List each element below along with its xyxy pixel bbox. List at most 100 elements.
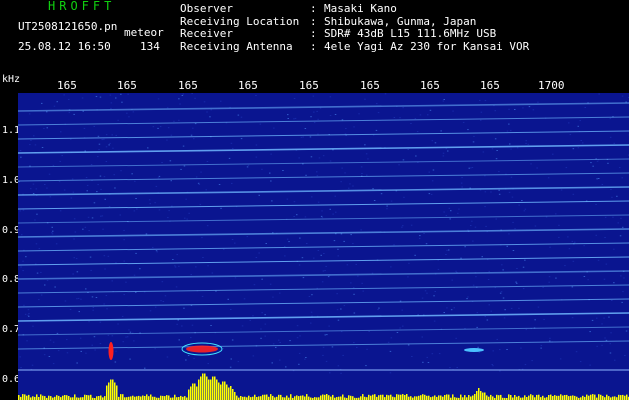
noise-speck	[476, 312, 479, 314]
noise-speck	[234, 242, 236, 244]
noise-speck	[393, 244, 395, 246]
noise-speck	[587, 279, 589, 281]
noise-speck	[337, 248, 339, 250]
level-bar	[614, 396, 616, 400]
noise-speck	[133, 274, 136, 276]
noise-speck	[355, 263, 357, 265]
level-bar	[426, 395, 428, 400]
noise-speck	[322, 354, 324, 356]
noise-speck	[35, 243, 38, 245]
level-bar	[612, 396, 614, 400]
noise-speck	[457, 212, 459, 214]
noise-speck	[582, 142, 584, 144]
level-bar	[570, 395, 572, 400]
noise-speck	[443, 312, 445, 313]
noise-speck	[555, 213, 557, 215]
noise-speck	[157, 98, 160, 100]
noise-speck	[434, 142, 437, 144]
noise-speck	[512, 250, 515, 251]
noise-speck	[77, 297, 80, 299]
noise-speck	[49, 339, 52, 341]
noise-speck	[416, 131, 419, 133]
level-bar	[440, 395, 442, 400]
level-bar	[500, 394, 502, 400]
noise-speck	[223, 248, 225, 250]
level-bar	[472, 395, 474, 400]
filename-label: UT2508121650.pn	[18, 20, 118, 33]
noise-speck	[188, 212, 190, 214]
noise-speck	[66, 352, 69, 354]
noise-speck	[86, 190, 88, 192]
noise-speck	[201, 295, 204, 297]
noise-speck	[361, 282, 363, 284]
noise-speck	[265, 243, 267, 244]
level-bar	[116, 385, 118, 400]
noise-speck	[484, 175, 486, 177]
noise-speck	[408, 262, 410, 264]
noise-speck	[227, 298, 229, 300]
noise-speck	[458, 208, 460, 210]
noise-speck	[306, 243, 308, 244]
noise-speck	[59, 160, 61, 162]
noise-speck	[197, 182, 200, 184]
noise-speck	[240, 138, 243, 140]
noise-speck	[88, 321, 90, 323]
noise-speck	[82, 228, 84, 230]
level-bar	[330, 396, 332, 400]
level-bar	[324, 394, 326, 400]
noise-speck	[301, 257, 304, 259]
level-bar	[564, 395, 566, 400]
noise-speck	[101, 139, 103, 141]
noise-speck	[68, 98, 70, 100]
noise-speck	[298, 352, 301, 354]
noise-speck	[443, 99, 445, 100]
noise-speck	[109, 142, 111, 144]
noise-speck	[178, 265, 180, 267]
noise-speck	[120, 93, 122, 95]
noise-speck	[366, 348, 368, 350]
noise-speck	[321, 217, 324, 219]
level-bar	[202, 373, 204, 400]
noise-speck	[28, 313, 30, 315]
noise-speck	[103, 176, 106, 178]
noise-speck	[508, 233, 510, 235]
level-bar	[320, 395, 322, 400]
noise-speck	[107, 334, 110, 336]
noise-speck	[255, 156, 258, 158]
noise-speck	[619, 167, 621, 169]
noise-speck	[332, 213, 334, 215]
level-bar	[416, 396, 418, 400]
noise-speck	[38, 299, 40, 301]
noise-speck	[601, 323, 603, 325]
noise-speck	[211, 272, 214, 274]
noise-speck	[207, 265, 209, 267]
noise-speck	[431, 353, 434, 355]
noise-speck	[494, 110, 496, 112]
level-bar	[302, 395, 304, 400]
noise-speck	[492, 365, 494, 367]
noise-speck	[601, 344, 603, 346]
level-bar	[240, 396, 242, 400]
noise-speck	[79, 337, 82, 339]
noise-speck	[99, 321, 102, 323]
level-bar	[352, 396, 354, 400]
level-bar	[140, 396, 142, 400]
noise-speck	[612, 216, 614, 218]
noise-speck	[549, 246, 551, 248]
noise-speck	[55, 243, 58, 245]
noise-speck	[500, 291, 503, 293]
noise-speck	[348, 187, 350, 189]
noise-speck	[508, 108, 510, 110]
noise-speck	[115, 350, 117, 352]
level-bar	[514, 395, 516, 400]
noise-speck	[134, 180, 136, 182]
level-bar	[222, 381, 224, 400]
noise-speck	[181, 95, 184, 96]
noise-speck	[438, 353, 441, 355]
level-bar	[226, 384, 228, 400]
noise-speck	[156, 251, 158, 253]
noise-speck	[173, 120, 175, 122]
header-panel: HROFFT UT2508121650.pn meteor 25.08.12 1…	[0, 0, 629, 80]
level-bar	[414, 396, 416, 400]
noise-speck	[237, 114, 240, 116]
